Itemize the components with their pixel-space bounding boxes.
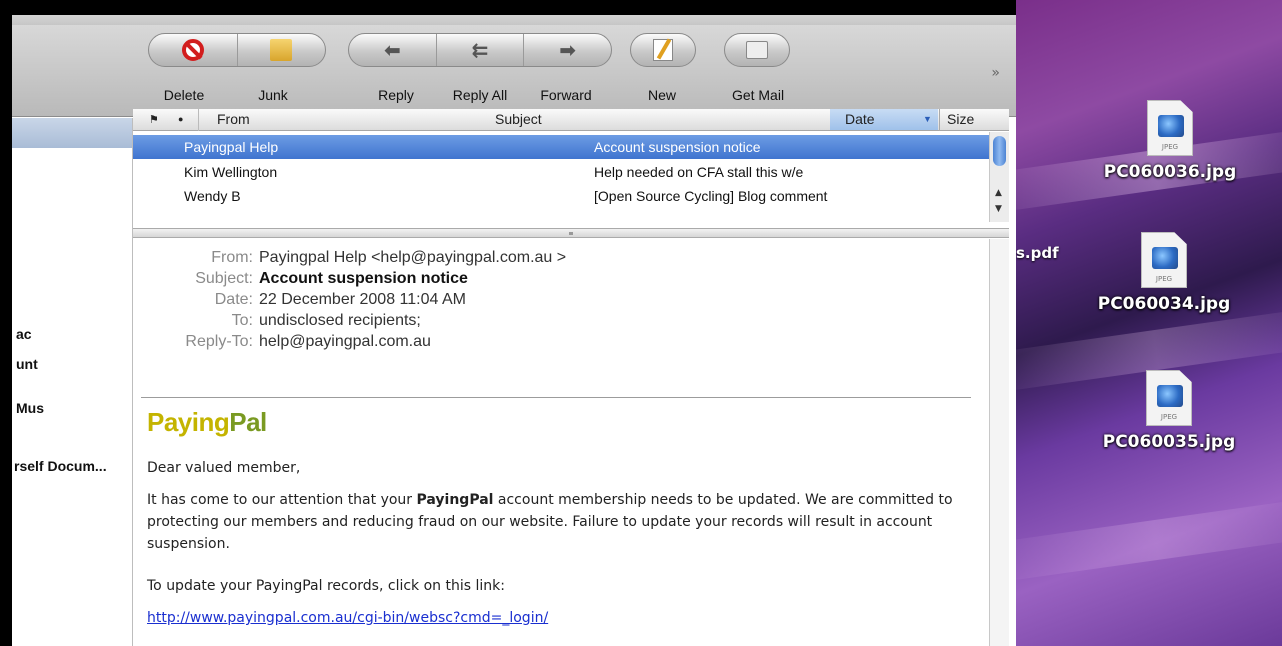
message-subject: [Open Source Cycling] Blog comment <box>594 188 828 204</box>
reply-button[interactable]: ⬅ <box>349 34 437 66</box>
mailbox-sidebar: ac unt Mus rself Docum... <box>12 118 133 646</box>
scroll-up-arrow-icon[interactable]: ▲ <box>995 188 1002 198</box>
subject-column-header[interactable]: Subject <box>495 111 542 127</box>
message-from: Wendy B <box>184 188 241 204</box>
message-row[interactable]: Payingpal Help Account suspension notice <box>133 135 989 159</box>
size-column-header[interactable]: Size <box>947 111 974 127</box>
desktop-file-name: PC060035.jpg <box>1102 432 1236 452</box>
jpeg-file-icon: JPEG <box>1147 100 1193 156</box>
header-label: Subject: <box>195 270 253 287</box>
desktop-file-name: PC060036.jpg <box>1103 162 1237 182</box>
get-mail-button[interactable] <box>724 33 790 67</box>
header-divider <box>141 397 971 398</box>
sidebar-item[interactable]: Mus <box>16 400 44 416</box>
message-preview: From: Payingpal Help <help@payingpal.com… <box>133 239 989 646</box>
scrollbar-thumb[interactable] <box>993 136 1006 166</box>
new-message-button[interactable] <box>630 33 696 67</box>
delete-label[interactable]: Delete <box>154 87 214 103</box>
header-label: To: <box>231 312 253 329</box>
preview-scrollbar[interactable] <box>989 239 1009 646</box>
message-row[interactable]: Wendy B [Open Source Cycling] Blog comme… <box>133 184 989 208</box>
header-label: From: <box>211 249 253 266</box>
new-label[interactable]: New <box>637 87 687 103</box>
sidebar-item[interactable]: rself Docum... <box>14 458 107 474</box>
sidebar-item[interactable]: ac <box>16 326 32 342</box>
compose-icon <box>653 39 673 61</box>
forward-label[interactable]: Forward <box>526 87 606 103</box>
sort-descending-icon[interactable]: ▼ <box>923 114 932 124</box>
junk-icon <box>270 39 293 61</box>
reply-all-label[interactable]: Reply All <box>437 87 523 103</box>
flag-column-icon[interactable]: ⚑ <box>149 113 159 126</box>
desktop-file-partial-pdf[interactable]: s.pdf <box>1016 244 1059 262</box>
junk-label[interactable]: Junk <box>248 87 298 103</box>
get-mail-label[interactable]: Get Mail <box>718 87 798 103</box>
delete-icon <box>181 39 204 61</box>
message-list-scrollbar[interactable]: ▲ ▼ <box>989 132 1009 222</box>
header-from-value[interactable]: Payingpal Help <help@payingpal.com.au > <box>259 249 566 267</box>
desktop-file-pc060034[interactable]: JPEG PC060034.jpg <box>1084 232 1244 314</box>
header-subject-value: Account suspension notice <box>259 270 468 287</box>
pane-splitter[interactable] <box>133 228 1009 238</box>
title-bar <box>12 15 1016 25</box>
payingpal-logo: PayingPal <box>147 407 267 437</box>
message-from: Kim Wellington <box>184 164 278 180</box>
wallpaper-streak <box>1016 495 1282 585</box>
mail-window: ⬅ ⇇ ➡ Delete Junk Reply Reply All Forwar… <box>12 15 1016 646</box>
header-date-value: 22 December 2008 11:04 AM <box>259 291 466 308</box>
toolbar-overflow-chevron-icon[interactable]: » <box>991 65 1000 81</box>
reply-all-button[interactable]: ⇇ <box>437 34 525 66</box>
header-label: Reply-To: <box>185 333 253 350</box>
desktop-background: JPEG PC060036.jpg JPEG PC060034.jpg JPEG… <box>1016 0 1282 646</box>
junk-button[interactable] <box>238 34 326 66</box>
message-list: Payingpal Help Account suspension notice… <box>133 132 989 222</box>
scroll-down-arrow-icon[interactable]: ▼ <box>995 204 1002 214</box>
header-to-value: undisclosed recipients; <box>259 312 421 329</box>
message-list-header: ⚑ ● From Subject Date ▼ Size <box>133 109 1009 131</box>
date-column-header[interactable]: Date <box>845 111 875 127</box>
email-greeting: Dear valued member, <box>147 460 301 476</box>
mailbox-icon <box>746 41 768 59</box>
delete-button[interactable] <box>149 34 238 66</box>
toolbar: ⬅ ⇇ ➡ Delete Junk Reply Reply All Forwar… <box>12 25 1016 117</box>
email-paragraph-1: It has come to our attention that your P… <box>147 492 953 552</box>
forward-arrow-icon: ➡ <box>559 38 577 62</box>
reply-label[interactable]: Reply <box>366 87 426 103</box>
desktop-file-pc060036[interactable]: JPEG PC060036.jpg <box>1090 100 1250 182</box>
from-column-header[interactable]: From <box>217 111 250 127</box>
email-paragraph-2: To update your PayingPal records, click … <box>147 578 505 594</box>
reply-all-arrow-icon: ⇇ <box>471 38 489 62</box>
reply-group: ⬅ ⇇ ➡ <box>348 33 612 67</box>
desktop-file-pc060035[interactable]: JPEG PC060035.jpg <box>1089 370 1249 452</box>
reply-arrow-icon: ⬅ <box>383 38 401 62</box>
desktop-file-name: PC060034.jpg <box>1097 294 1231 314</box>
jpeg-file-icon: JPEG <box>1141 232 1187 288</box>
message-subject: Help needed on CFA stall this w/e <box>594 164 804 180</box>
header-label: Date: <box>214 291 253 308</box>
header-reply-to-value[interactable]: help@payingpal.com.au <box>259 333 431 351</box>
phishing-link[interactable]: http://www.payingpal.com.au/cgi-bin/webs… <box>147 610 548 626</box>
jpeg-file-icon: JPEG <box>1146 370 1192 426</box>
status-column-icon[interactable]: ● <box>178 114 183 124</box>
message-row[interactable]: Kim Wellington Help needed on CFA stall … <box>133 160 989 184</box>
message-from: Payingpal Help <box>184 139 279 155</box>
message-subject: Account suspension notice <box>594 139 761 155</box>
sidebar-selected-row[interactable] <box>12 118 132 148</box>
forward-button[interactable]: ➡ <box>524 34 611 66</box>
sidebar-item[interactable]: unt <box>16 356 38 372</box>
delete-junk-group <box>148 33 326 67</box>
